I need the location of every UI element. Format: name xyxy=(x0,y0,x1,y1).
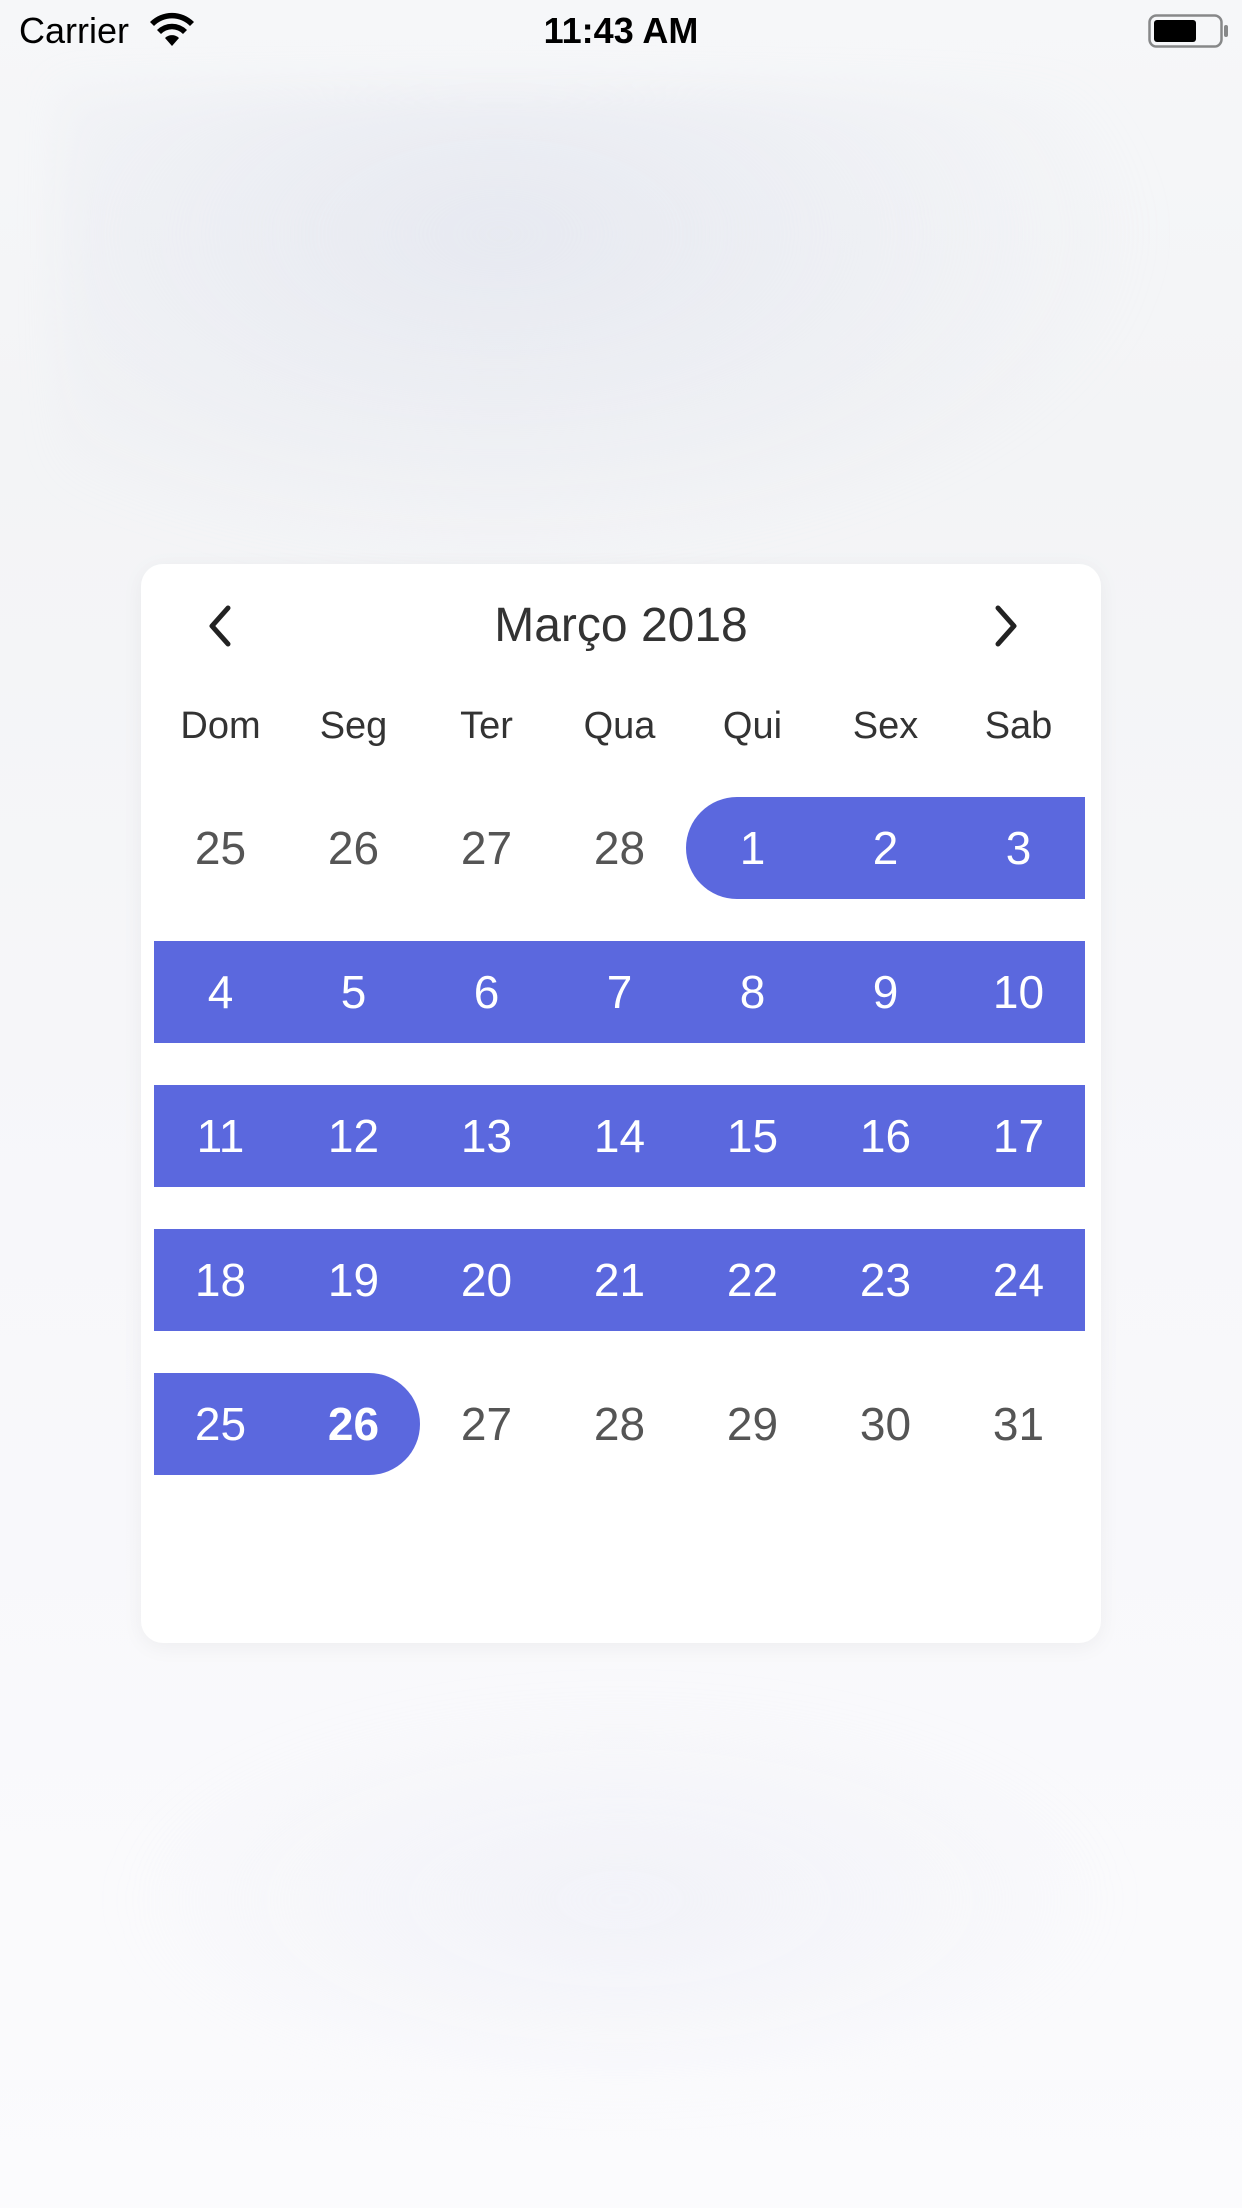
day-cell[interactable]: 30 xyxy=(819,1373,952,1475)
day-cell-selected[interactable]: 14 xyxy=(553,1085,686,1187)
status-bar: Carrier 11:43 AM xyxy=(0,0,1242,62)
day-cell-selected[interactable]: 6 xyxy=(420,941,553,1043)
weekday-label: Qua xyxy=(583,705,656,747)
day-cell-selected[interactable]: 23 xyxy=(819,1229,952,1331)
weekday-label: Dom xyxy=(180,705,261,747)
week-row: 25 26 27 28 29 30 31 xyxy=(154,1373,1087,1475)
day-cell[interactable]: 28 xyxy=(553,797,686,899)
weekday-label: Qui xyxy=(722,705,783,747)
battery-icon xyxy=(1148,14,1228,48)
day-cell-selected[interactable]: 12 xyxy=(287,1085,420,1187)
day-cell-selected[interactable]: 4 xyxy=(154,941,287,1043)
day-cell[interactable]: 25 xyxy=(154,797,287,899)
status-time: 11:43 AM xyxy=(543,10,699,51)
weekday-label: Sex xyxy=(852,705,919,747)
day-cell-selected[interactable]: 17 xyxy=(952,1085,1085,1187)
day-cell-selected[interactable]: 20 xyxy=(420,1229,553,1331)
day-cell-selected[interactable]: 1 xyxy=(686,797,819,899)
chevron-right-icon xyxy=(995,605,1017,647)
day-cell[interactable]: 31 xyxy=(952,1373,1085,1475)
day-cell-selected[interactable]: 11 xyxy=(154,1085,287,1187)
day-cell-selected[interactable]: 16 xyxy=(819,1085,952,1187)
day-cell-selected[interactable]: 21 xyxy=(553,1229,686,1331)
day-cell-selected[interactable]: 19 xyxy=(287,1229,420,1331)
day-cell[interactable]: 27 xyxy=(420,797,553,899)
weekday-label: Sab xyxy=(984,705,1053,747)
background-blur xyxy=(120,1700,1120,2100)
week-row: 25 26 27 28 1 2 3 xyxy=(154,797,1087,899)
day-cell-selected[interactable]: 5 xyxy=(287,941,420,1043)
weekday-label: Seg xyxy=(319,705,388,747)
day-cell-selected[interactable]: 9 xyxy=(819,941,952,1043)
day-cell-selected[interactable]: 24 xyxy=(952,1229,1085,1331)
day-cell-selected[interactable]: 26 xyxy=(287,1373,420,1475)
month-title: Março 2018 xyxy=(494,599,748,652)
day-cell[interactable]: 28 xyxy=(553,1373,686,1475)
day-cell-selected[interactable]: 8 xyxy=(686,941,819,1043)
weekday-label: Ter xyxy=(460,705,513,747)
day-cell-selected[interactable]: 22 xyxy=(686,1229,819,1331)
day-cell-selected[interactable]: 7 xyxy=(553,941,686,1043)
week-row: 18 19 20 21 22 23 24 xyxy=(154,1229,1087,1331)
month-header: Março 2018 xyxy=(141,564,1101,684)
background-blur xyxy=(60,90,1160,570)
day-cell-selected[interactable]: 15 xyxy=(686,1085,819,1187)
week-row: 11 12 13 14 15 16 17 xyxy=(154,1085,1087,1187)
day-cell-selected[interactable]: 2 xyxy=(819,797,952,899)
day-cell[interactable]: 26 xyxy=(287,797,420,899)
day-cell[interactable]: 27 xyxy=(420,1373,553,1475)
day-cell-selected[interactable]: 10 xyxy=(952,941,1085,1043)
day-cell[interactable]: 29 xyxy=(686,1373,819,1475)
day-cell-selected[interactable]: 13 xyxy=(420,1085,553,1187)
day-cell-selected[interactable]: 25 xyxy=(154,1373,287,1475)
day-cell-selected[interactable]: 3 xyxy=(952,797,1085,899)
next-month-button[interactable] xyxy=(975,594,1039,658)
week-row: 4 5 6 7 8 9 10 xyxy=(154,941,1087,1043)
day-cell-selected[interactable]: 18 xyxy=(154,1229,287,1331)
